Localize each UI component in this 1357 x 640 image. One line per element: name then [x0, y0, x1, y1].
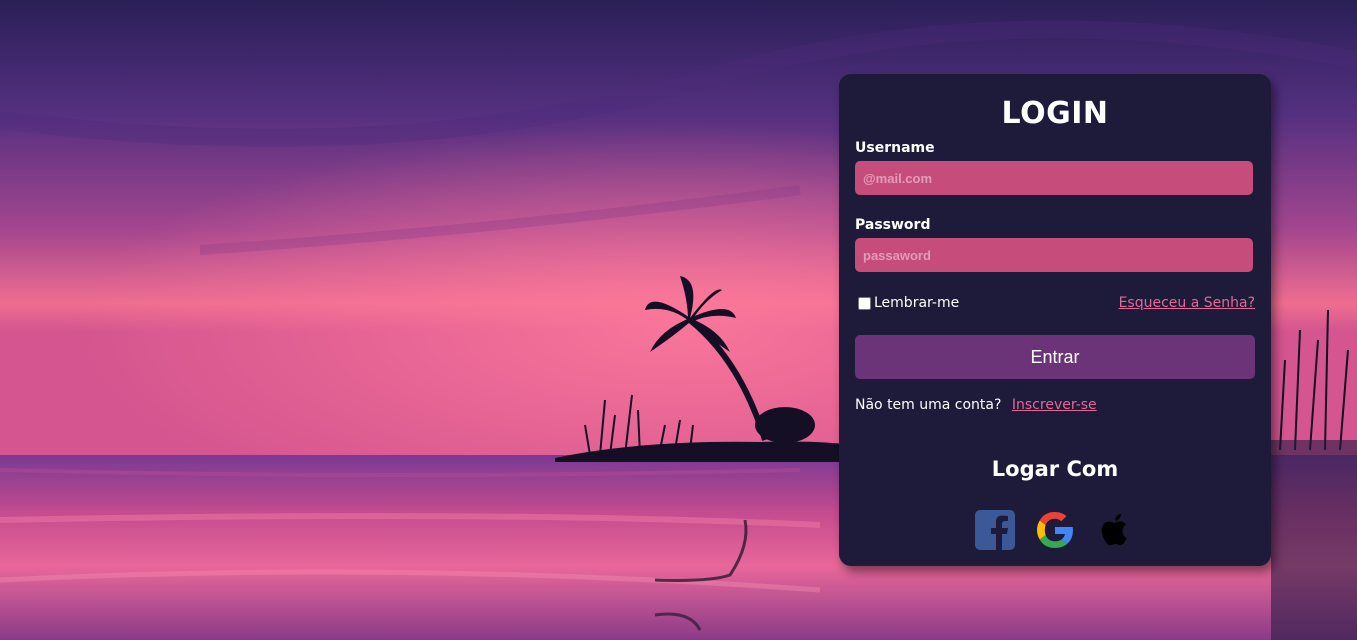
- facebook-icon[interactable]: [975, 510, 1015, 550]
- login-title: LOGIN: [1001, 96, 1109, 131]
- social-login-title: Logar Com: [991, 457, 1119, 481]
- remember-checkbox[interactable]: [858, 296, 871, 310]
- background-scene: LOGIN Username Password Lembrar-me Esque…: [0, 0, 1357, 640]
- username-input[interactable]: [855, 161, 1253, 195]
- password-input[interactable]: [855, 238, 1253, 272]
- no-account-text: Não tem uma conta?: [855, 397, 1002, 413]
- google-icon[interactable]: [1035, 510, 1075, 550]
- signup-row: Não tem uma conta? Inscrever-se: [855, 397, 1097, 413]
- remember-label: Lembrar-me: [874, 295, 960, 311]
- remember-me[interactable]: Lembrar-me: [858, 295, 959, 311]
- submit-button[interactable]: Entrar: [855, 335, 1255, 379]
- username-label: Username: [855, 140, 935, 156]
- signup-link[interactable]: Inscrever-se: [1012, 397, 1097, 413]
- password-label: Password: [855, 217, 931, 233]
- forgot-password-link[interactable]: Esqueceu a Senha?: [1119, 295, 1255, 311]
- apple-icon[interactable]: [1095, 510, 1135, 550]
- social-login-icons: [839, 510, 1271, 550]
- login-card: LOGIN Username Password Lembrar-me Esque…: [839, 74, 1271, 566]
